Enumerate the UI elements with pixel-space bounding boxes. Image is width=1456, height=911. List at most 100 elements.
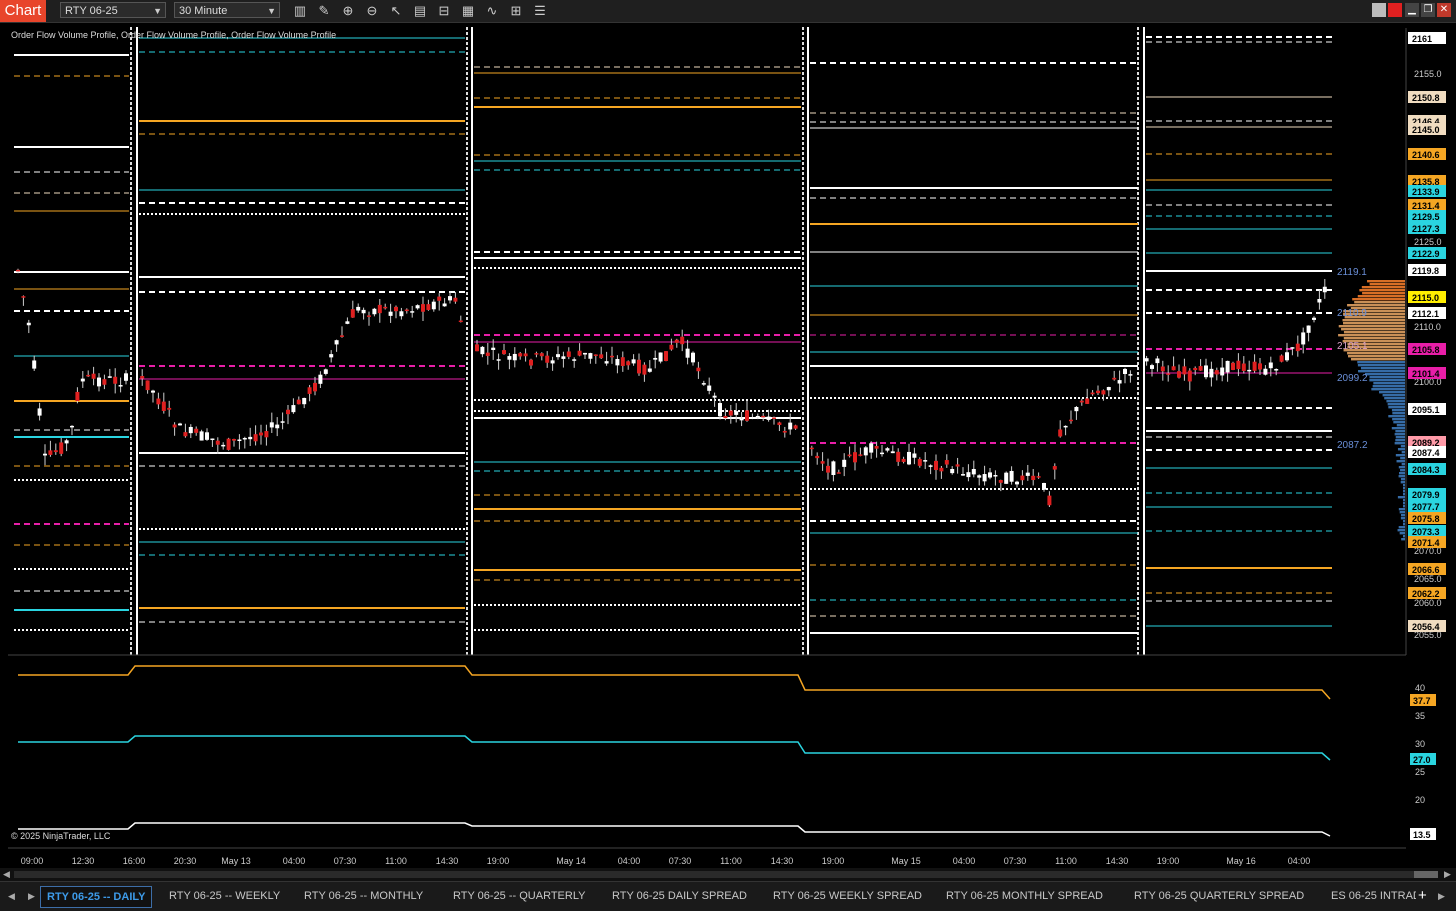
tab-rty-quarterly[interactable]: RTY 06-25 -- QUARTERLY bbox=[453, 886, 585, 906]
volume-profile-bar bbox=[1403, 484, 1405, 487]
candle-body bbox=[745, 410, 749, 421]
volume-profile-bar bbox=[1403, 502, 1405, 505]
candle-body bbox=[334, 340, 339, 345]
volume-profile-bar bbox=[1367, 280, 1405, 283]
tab-menu-icon[interactable]: ▶ bbox=[1438, 890, 1445, 903]
zoom-out-icon[interactable]: ⊖ bbox=[363, 3, 381, 19]
templates-icon[interactable]: ⊟ bbox=[435, 3, 453, 19]
candle-body bbox=[982, 474, 987, 482]
volume-profile-bar bbox=[1398, 475, 1405, 478]
candle-body bbox=[1020, 475, 1025, 481]
scroll-left-icon[interactable]: ◀ bbox=[3, 868, 10, 881]
indicator-badge-label: 27.0 bbox=[1413, 755, 1431, 765]
price-badge-label: 2133.9 bbox=[1412, 187, 1440, 197]
close-icon[interactable]: ✕ bbox=[1437, 3, 1451, 17]
tab-es-intraday[interactable]: ES 06-25 INTRAD bbox=[1331, 886, 1416, 906]
volume-profile-bar bbox=[1388, 406, 1405, 409]
candle-body bbox=[707, 385, 712, 391]
tab-rty-weekly-spread[interactable]: RTY 06-25 WEEKLY SPREAD bbox=[773, 886, 922, 906]
window-tile-icon[interactable] bbox=[1372, 3, 1386, 17]
candle-body bbox=[421, 304, 425, 312]
pencil-icon[interactable]: ✎ bbox=[315, 3, 333, 19]
candle-body bbox=[442, 303, 447, 307]
tab-rty-weekly[interactable]: RTY 06-25 -- WEEKLY bbox=[169, 886, 280, 906]
scroll-right-icon[interactable]: ▶ bbox=[1444, 868, 1451, 881]
zoom-in-icon[interactable]: ⊕ bbox=[339, 3, 357, 19]
candle-body bbox=[80, 378, 85, 382]
candle-body bbox=[755, 415, 760, 418]
scroll-track[interactable] bbox=[14, 871, 1414, 878]
volume-profile-bar bbox=[1395, 454, 1405, 457]
candle-body bbox=[836, 472, 841, 474]
bar-chart-icon[interactable]: ▥ bbox=[291, 3, 309, 19]
volume-profile-bar bbox=[1398, 526, 1405, 529]
strategies-icon[interactable]: ▦ bbox=[459, 3, 477, 19]
volume-profile-bar bbox=[1354, 301, 1405, 304]
volume-profile-bar bbox=[1357, 361, 1405, 364]
price-badge-label: 2084.3 bbox=[1412, 465, 1440, 475]
candle-body bbox=[766, 416, 771, 420]
time-axis-tick: 07:30 bbox=[334, 856, 357, 866]
properties-icon[interactable]: ▤ bbox=[411, 3, 429, 19]
indicators-icon[interactable]: ∿ bbox=[483, 3, 501, 19]
volume-profile-bar bbox=[1386, 400, 1405, 403]
lower-axis-tick: 20 bbox=[1415, 795, 1425, 805]
tab-scroll-right-icon[interactable]: ▶ bbox=[28, 890, 35, 903]
volume-profile-bar bbox=[1391, 409, 1405, 412]
candle-body bbox=[1025, 472, 1030, 476]
candle-body bbox=[1150, 365, 1154, 369]
volume-profile-bar bbox=[1400, 457, 1405, 460]
candle-body bbox=[1106, 387, 1111, 391]
candle-body bbox=[458, 320, 463, 323]
price-axis-tick: 2060.0 bbox=[1414, 598, 1442, 608]
candle-body bbox=[1031, 475, 1036, 481]
candle-body bbox=[664, 351, 668, 361]
candle-body bbox=[631, 359, 636, 364]
window-color-icon[interactable] bbox=[1388, 3, 1402, 17]
candle-body bbox=[523, 353, 528, 357]
minimize-icon[interactable]: ▁ bbox=[1405, 3, 1419, 17]
volume-profile-bar bbox=[1403, 523, 1405, 526]
tab-rty-daily[interactable]: RTY 06-25 -- DAILY bbox=[40, 886, 153, 908]
interval-selector[interactable]: 30 Minute ▼ bbox=[174, 2, 280, 18]
candle-body bbox=[388, 311, 393, 316]
candle-body bbox=[1247, 369, 1252, 372]
tab-rty-quarterly-spread[interactable]: RTY 06-25 QUARTERLY SPREAD bbox=[1134, 886, 1304, 906]
drawing-tools-icon[interactable]: ⊞ bbox=[507, 3, 525, 19]
tab-rty-monthly[interactable]: RTY 06-25 -- MONTHLY bbox=[304, 886, 423, 906]
scroll-thumb[interactable] bbox=[1414, 871, 1438, 878]
horizontal-scrollbar[interactable]: ◀ ▶ bbox=[0, 868, 1456, 881]
volume-profile-bar bbox=[1403, 499, 1405, 502]
candle-body bbox=[1225, 360, 1230, 373]
candle-body bbox=[1101, 390, 1106, 395]
app-label[interactable]: Chart bbox=[0, 0, 46, 22]
volume-profile-histogram: 2119.1 2110.9 2105.1 2099.2 2087.2 bbox=[1337, 267, 1405, 541]
candle-body bbox=[59, 442, 64, 454]
tab-scroll-left-icon[interactable]: ◀ bbox=[8, 890, 15, 903]
price-chart[interactable]: 2119.1 2110.9 2105.1 2099.2 2087.2 2155.0 214… bbox=[0, 22, 1456, 868]
time-axis-tick: 14:30 bbox=[1106, 856, 1129, 866]
candle-body bbox=[507, 356, 512, 360]
profile-price-label: 2099.2 bbox=[1337, 373, 1368, 384]
candle-body bbox=[820, 461, 825, 464]
price-axis-tick: 2125.0 bbox=[1414, 237, 1442, 247]
maximize-icon[interactable]: ❐ bbox=[1421, 3, 1435, 17]
candle-body bbox=[480, 346, 485, 355]
candle-body bbox=[280, 421, 285, 423]
candle-body bbox=[221, 444, 226, 447]
volume-profile-bar bbox=[1403, 505, 1405, 508]
tab-rty-daily-spread[interactable]: RTY 06-25 DAILY SPREAD bbox=[612, 886, 747, 906]
add-tab-icon[interactable]: + bbox=[1418, 886, 1427, 906]
candle-body bbox=[91, 373, 96, 379]
candle-body bbox=[431, 301, 436, 310]
candle-body bbox=[43, 453, 47, 456]
pointer-icon[interactable]: ↖ bbox=[387, 3, 405, 19]
volume-profile-bar bbox=[1364, 373, 1405, 376]
profile-price-label: 2110.9 bbox=[1337, 308, 1367, 319]
instrument-selector[interactable]: RTY 06-25 ▼ bbox=[60, 2, 166, 18]
candle-body bbox=[685, 348, 690, 358]
candle-body bbox=[853, 452, 857, 463]
tab-rty-monthly-spread[interactable]: RTY 06-25 MONTHLY SPREAD bbox=[946, 886, 1103, 906]
data-box-icon[interactable]: ☰ bbox=[531, 3, 549, 19]
candle-body bbox=[734, 411, 739, 415]
